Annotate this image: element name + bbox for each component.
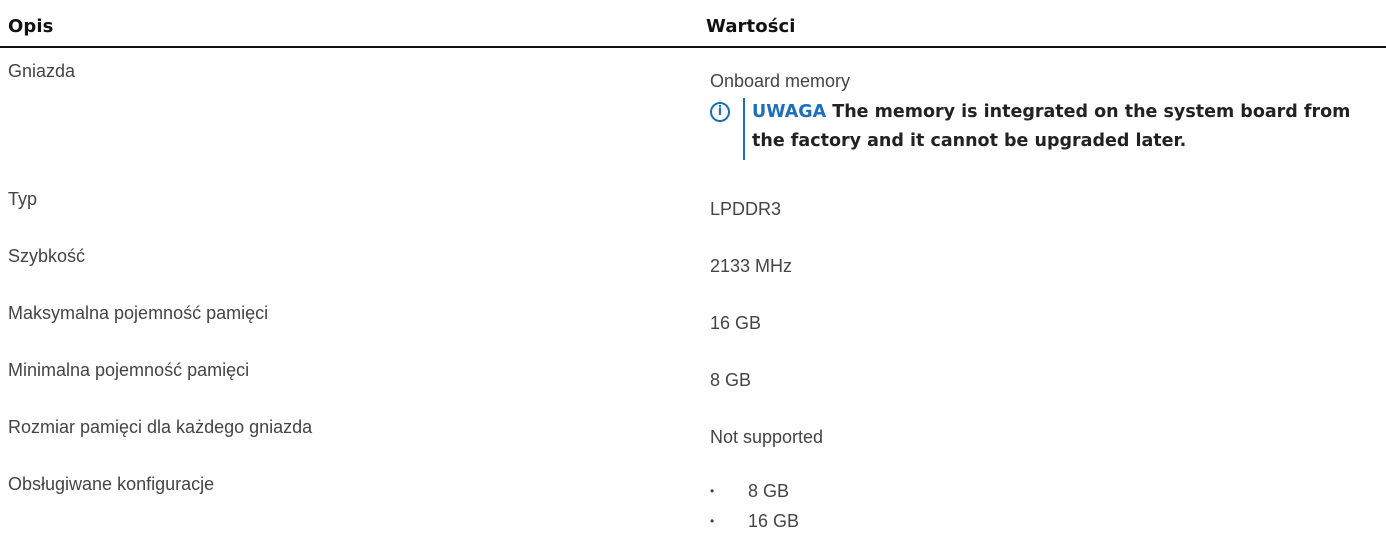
row-value-min-capacity: 8 GB <box>710 370 752 390</box>
row-label-speed: Szybkość <box>8 246 86 266</box>
row-value-size-per-slot: Not supported <box>710 427 824 447</box>
bullet-icon: • <box>710 514 715 528</box>
list-item-text: 16 GB <box>748 511 800 531</box>
header-value: Wartości <box>706 16 796 37</box>
bullet-icon: • <box>710 484 715 498</box>
row-label-size-per-slot: Rozmiar pamięci dla każdego gniazda <box>8 417 313 437</box>
row-label-min-capacity: Minimalna pojemność pamięci <box>8 360 250 380</box>
list-item-text: 8 GB <box>748 481 790 501</box>
header-description: Opis <box>8 16 54 37</box>
note-body: The memory is integrated on the system b… <box>752 102 1351 151</box>
note-divider <box>743 98 745 160</box>
info-icon: i <box>710 102 730 122</box>
table-header: Opis Wartości <box>0 12 1386 48</box>
row-value-slots: Onboard memory <box>710 71 851 91</box>
row-value-type: LPDDR3 <box>710 199 782 219</box>
row-value-max-capacity: 16 GB <box>710 313 762 333</box>
row-label-type: Typ <box>8 189 38 209</box>
note-tag: UWAGA <box>752 102 827 122</box>
note-callout: i UWAGA The memory is integrated on the … <box>710 98 1370 160</box>
row-label-slots: Gniazda <box>8 61 76 81</box>
row-value-speed: 2133 MHz <box>710 256 793 276</box>
note-text-block: UWAGA The memory is integrated on the sy… <box>752 98 1372 156</box>
row-label-max-capacity: Maksymalna pojemność pamięci <box>8 303 269 323</box>
row-label-configurations: Obsługiwane konfiguracje <box>8 474 215 494</box>
